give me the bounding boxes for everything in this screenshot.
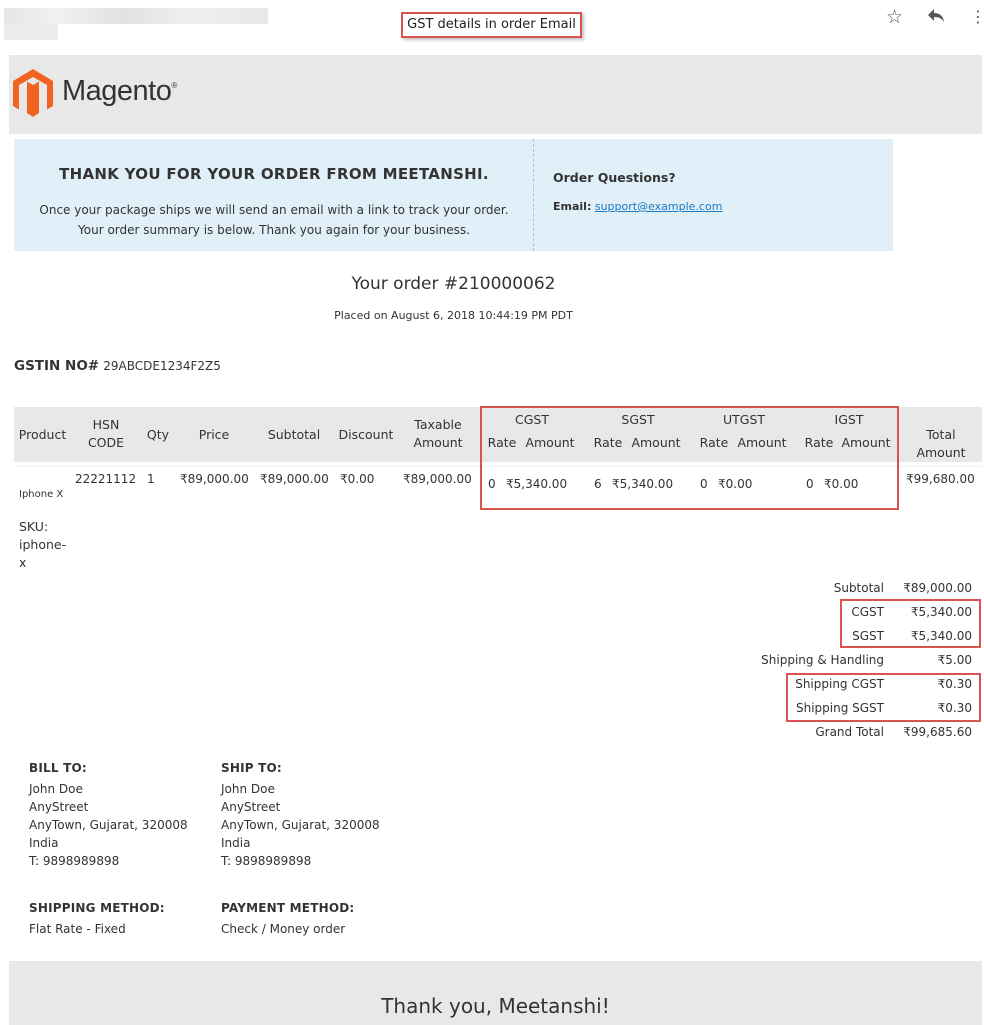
item-utgst-rate: 0 xyxy=(700,477,708,491)
ship-to-heading: SHIP TO: xyxy=(221,761,282,775)
item-hsn: 22221112 xyxy=(75,472,137,486)
cgst-label: CGST xyxy=(851,605,884,619)
email-footer: Thank you, Meetanshi! xyxy=(9,961,982,1025)
col-utgst: UTGST xyxy=(722,412,766,427)
col-total-amount: Total Amount xyxy=(916,427,966,460)
gstin-row: GSTIN NO# 29ABCDE1234F2Z5 xyxy=(14,358,221,374)
col-igst-amount: Amount xyxy=(841,435,891,450)
shipping-value: ₹5.00 xyxy=(937,653,972,667)
ship-to-address: John Doe AnyStreet AnyTown, Gujarat, 320… xyxy=(221,782,380,868)
item-qty: 1 xyxy=(147,472,155,486)
email-header: Magento® xyxy=(9,55,982,134)
col-taxable-amount: Taxable Amount xyxy=(413,417,463,450)
shipping-label: Shipping & Handling xyxy=(761,653,884,667)
support-email-link[interactable]: support@example.com xyxy=(595,200,723,213)
col-cgst: CGST xyxy=(515,412,549,427)
item-utgst-amount: ₹0.00 xyxy=(718,477,753,491)
item-cgst-rate: 0 xyxy=(488,477,496,491)
col-utgst-amount: Amount xyxy=(737,435,787,450)
item-sgst-amount: ₹5,340.00 xyxy=(612,477,674,491)
item-cgst-amount: ₹5,340.00 xyxy=(506,477,568,491)
thank-you-text: Once your package ships we will send an … xyxy=(39,203,509,237)
item-total: ₹99,680.00 xyxy=(906,472,975,486)
col-qty: Qty xyxy=(146,427,170,442)
col-cgst-amount: Amount xyxy=(525,435,575,450)
item-price: ₹89,000.00 xyxy=(180,472,249,486)
col-igst: IGST xyxy=(834,412,864,427)
item-product-name: Iphone X xyxy=(19,489,64,500)
shipping-cgst-value: ₹0.30 xyxy=(937,677,972,691)
col-igst-rate: Rate xyxy=(804,435,834,450)
col-hsn-code: HSN CODE xyxy=(87,417,125,450)
col-price: Price xyxy=(198,427,230,442)
order-questions-title: Order Questions? xyxy=(553,170,676,185)
footer-thank-you: Thank you, Meetanshi! xyxy=(381,994,610,1018)
support-email-row: Email: support@example.com xyxy=(553,200,723,213)
item-subtotal: ₹89,000.00 xyxy=(260,472,329,486)
col-utgst-rate: Rate xyxy=(699,435,729,450)
col-subtotal: Subtotal xyxy=(267,427,321,442)
shipping-sgst-label: Shipping SGST xyxy=(795,701,884,715)
col-sgst: SGST xyxy=(621,412,655,427)
item-discount: ₹0.00 xyxy=(340,472,375,486)
order-number-title: Your order #210000062 xyxy=(351,274,556,294)
cgst-value: ₹5,340.00 xyxy=(910,605,972,619)
shipping-sgst-value: ₹0.30 xyxy=(937,701,972,715)
col-product: Product xyxy=(18,427,67,442)
shipping-method-value: Flat Rate - Fixed xyxy=(29,922,126,936)
thank-you-title: THANK YOU FOR YOUR ORDER FROM MEETANSHI. xyxy=(59,165,489,183)
shipping-cgst-label: Shipping CGST xyxy=(795,677,884,691)
magento-logo-icon xyxy=(13,69,53,117)
bill-to-address: John Doe AnyStreet AnyTown, Gujarat, 320… xyxy=(29,782,188,868)
star-icon[interactable]: ☆ xyxy=(886,6,903,28)
payment-method-value: Check / Money order xyxy=(221,922,346,936)
col-sgst-rate: Rate xyxy=(593,435,623,450)
shipping-method-heading: SHIPPING METHOD: xyxy=(29,901,165,915)
thank-you-message: THANK YOU FOR YOUR ORDER FROM MEETANSHI.… xyxy=(14,139,534,251)
sgst-label: SGST xyxy=(852,629,884,643)
col-discount: Discount xyxy=(338,427,394,442)
grand-total-label: Grand Total xyxy=(815,725,884,739)
more-options-icon[interactable]: ⋮ xyxy=(970,6,984,28)
table-divider xyxy=(14,466,982,467)
blurred-sender-email xyxy=(4,24,58,40)
col-cgst-rate: Rate xyxy=(487,435,517,450)
item-sgst-rate: 6 xyxy=(594,477,602,491)
thank-you-box: THANK YOU FOR YOUR ORDER FROM MEETANSHI.… xyxy=(14,139,893,251)
subtotal-value: ₹89,000.00 xyxy=(903,581,972,595)
payment-method-heading: PAYMENT METHOD: xyxy=(221,901,355,915)
annotation-title-label: GST details in order Email xyxy=(401,12,582,38)
subtotal-label: Subtotal xyxy=(833,581,884,595)
col-sgst-amount: Amount xyxy=(631,435,681,450)
item-taxable: ₹89,000.00 xyxy=(403,472,472,486)
blurred-sender-name xyxy=(4,8,268,24)
reply-icon[interactable] xyxy=(926,6,946,29)
magento-wordmark: Magento® xyxy=(62,75,177,107)
order-placed-date: Placed on August 6, 2018 10:44:19 PM PDT xyxy=(334,309,573,322)
bill-to-heading: BILL TO: xyxy=(29,761,87,775)
grand-total-value: ₹99,685.60 xyxy=(903,725,972,739)
sgst-value: ₹5,340.00 xyxy=(910,629,972,643)
item-sku: SKU: iphone-x xyxy=(19,519,67,570)
item-igst-amount: ₹0.00 xyxy=(824,477,859,491)
item-igst-rate: 0 xyxy=(806,477,814,491)
